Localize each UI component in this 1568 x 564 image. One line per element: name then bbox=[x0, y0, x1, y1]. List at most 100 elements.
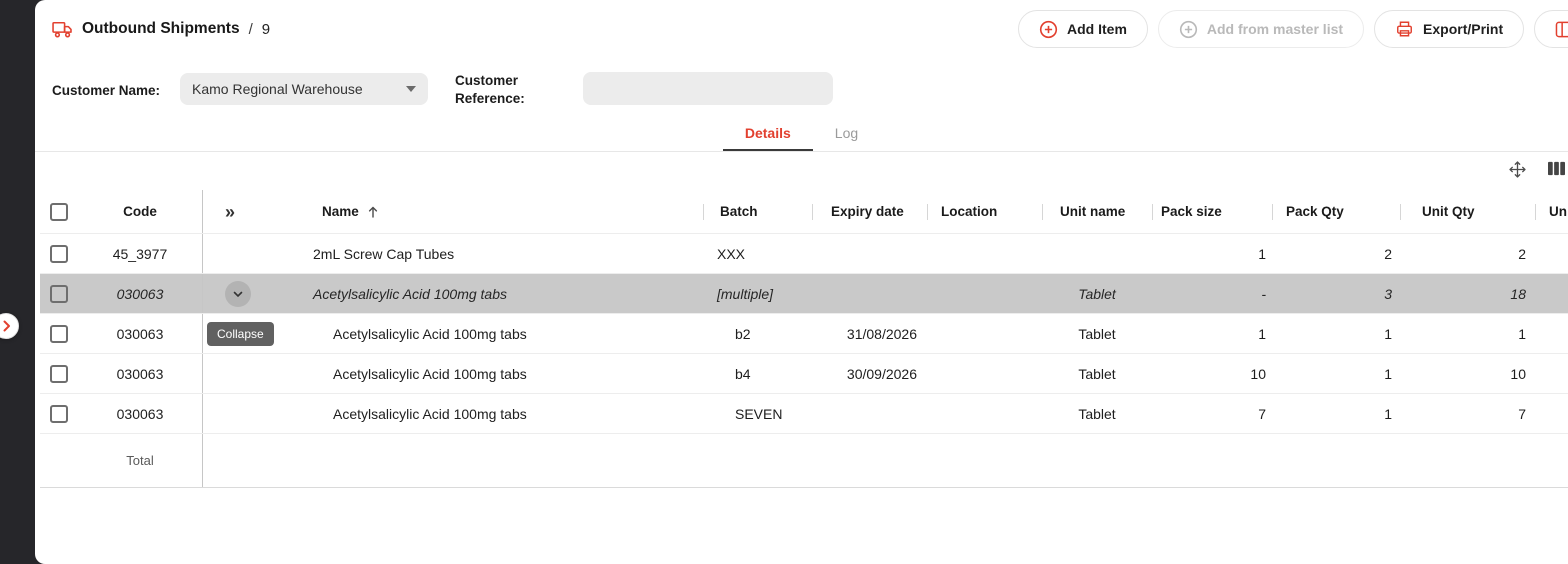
cell-batch: b4 bbox=[703, 354, 812, 393]
column-header-name[interactable]: Name bbox=[300, 190, 703, 233]
breadcrumb: Outbound Shipments / 9 bbox=[35, 20, 270, 38]
cell-pack-qty: 1 bbox=[1272, 314, 1400, 353]
cell-expiry: 31/08/2026 bbox=[812, 314, 927, 353]
column-header-code[interactable]: Code bbox=[78, 190, 203, 233]
collapse-row-button[interactable] bbox=[225, 281, 251, 307]
cell-unit-qty: 7 bbox=[1400, 394, 1535, 433]
cell-expiry bbox=[812, 234, 927, 273]
plus-circle-icon bbox=[1039, 20, 1058, 39]
add-item-label: Add Item bbox=[1067, 21, 1127, 37]
cell-code: 45_3977 bbox=[78, 234, 203, 273]
export-print-button[interactable]: Export/Print bbox=[1374, 10, 1524, 48]
cell-pack-size: 7 bbox=[1152, 394, 1272, 433]
cell-location bbox=[927, 354, 1042, 393]
cell-name: Acetylsalicylic Acid 100mg tabs bbox=[300, 394, 703, 433]
cell-location bbox=[927, 394, 1042, 433]
select-all-checkbox[interactable] bbox=[50, 203, 68, 221]
customer-name-label: Customer Name: bbox=[52, 82, 160, 100]
cell-batch: SEVEN bbox=[703, 394, 812, 433]
cell-name: Acetylsalicylic Acid 100mg tabs bbox=[300, 354, 703, 393]
column-header-batch[interactable]: Batch bbox=[703, 190, 812, 233]
column-header-clipped[interactable]: Un bbox=[1535, 190, 1568, 233]
table-row[interactable]: 45_3977 2mL Screw Cap Tubes XXX 1 2 2 bbox=[40, 234, 1568, 274]
cell-pack-qty: 3 bbox=[1272, 274, 1400, 313]
table-row-child[interactable]: 030063 Acetylsalicylic Acid 100mg tabs b… bbox=[40, 354, 1568, 394]
cell-unit-qty: 10 bbox=[1400, 354, 1535, 393]
cell-pack-size: 10 bbox=[1152, 354, 1272, 393]
cell-unit-qty: 2 bbox=[1400, 234, 1535, 273]
cell-unit-name: Tablet bbox=[1042, 314, 1152, 353]
column-header-unit-qty[interactable]: Unit Qty bbox=[1400, 190, 1535, 233]
column-header-name-label: Name bbox=[322, 204, 359, 219]
customer-name-select[interactable]: Kamo Regional Warehouse bbox=[180, 73, 428, 105]
cell-code: 030063 bbox=[78, 394, 203, 433]
expand-all-icon[interactable]: » bbox=[203, 203, 235, 221]
chevron-down-icon bbox=[406, 86, 416, 92]
cell-location bbox=[927, 274, 1042, 313]
table-total-row: Total bbox=[40, 434, 1568, 488]
column-header-pack-size[interactable]: Pack size bbox=[1152, 190, 1272, 233]
printer-icon bbox=[1395, 20, 1414, 38]
action-toolbar: Add Item Add from master list Export/Pri… bbox=[1018, 10, 1568, 48]
add-from-master-list-label: Add from master list bbox=[1207, 21, 1343, 37]
sort-ascending-icon bbox=[367, 205, 379, 219]
cell-batch: XXX bbox=[703, 234, 812, 273]
customer-reference-label: Customer Reference: bbox=[455, 72, 555, 108]
customer-name-value: Kamo Regional Warehouse bbox=[192, 81, 406, 97]
app-bar: Outbound Shipments / 9 Add Item Add from… bbox=[35, 0, 1568, 58]
tab-bar: Details Log bbox=[35, 118, 1568, 152]
row-checkbox[interactable] bbox=[50, 405, 68, 423]
chevron-right-icon bbox=[2, 320, 11, 332]
add-from-master-list-button[interactable]: Add from master list bbox=[1158, 10, 1364, 48]
table-row-child[interactable]: 030063 Acetylsalicylic Acid 100mg tabs S… bbox=[40, 394, 1568, 434]
cell-pack-qty: 1 bbox=[1272, 394, 1400, 433]
cell-batch: [multiple] bbox=[703, 274, 812, 313]
column-header-expiry-date[interactable]: Expiry date bbox=[812, 190, 927, 233]
cell-name: Acetylsalicylic Acid 100mg tabs bbox=[300, 274, 703, 313]
column-header-pack-qty[interactable]: Pack Qty bbox=[1272, 190, 1400, 233]
add-item-button[interactable]: Add Item bbox=[1018, 10, 1148, 48]
cell-batch: b2 bbox=[703, 314, 812, 353]
customer-reference-input[interactable] bbox=[583, 72, 833, 105]
cell-pack-size: 1 bbox=[1152, 314, 1272, 353]
cell-unit-name: Tablet bbox=[1042, 354, 1152, 393]
cell-unit-qty: 18 bbox=[1400, 274, 1535, 313]
total-label: Total bbox=[78, 434, 203, 487]
cell-unit-qty: 1 bbox=[1400, 314, 1535, 353]
panel-icon bbox=[1555, 21, 1568, 38]
tab-log[interactable]: Log bbox=[813, 118, 880, 151]
plus-circle-icon bbox=[1179, 20, 1198, 39]
chevron-down-icon bbox=[231, 287, 245, 301]
cell-pack-size: 1 bbox=[1152, 234, 1272, 273]
row-checkbox[interactable] bbox=[50, 325, 68, 343]
resize-move-icon[interactable] bbox=[1508, 160, 1527, 179]
table-row-group[interactable]: 030063 Acetylsalicylic Acid 100mg tabs [… bbox=[40, 274, 1568, 314]
shipment-count: 9 bbox=[262, 21, 270, 38]
cell-pack-qty: 1 bbox=[1272, 354, 1400, 393]
main-panel: Outbound Shipments / 9 Add Item Add from… bbox=[35, 0, 1568, 564]
grid-tools bbox=[1508, 160, 1566, 179]
cell-location bbox=[927, 314, 1042, 353]
row-checkbox[interactable] bbox=[50, 285, 68, 303]
cell-pack-qty: 2 bbox=[1272, 234, 1400, 273]
more-panel-button[interactable]: N bbox=[1534, 10, 1568, 48]
cell-expiry: 30/09/2026 bbox=[812, 354, 927, 393]
cell-code: 030063 bbox=[78, 354, 203, 393]
column-header-unit-name[interactable]: Unit name bbox=[1042, 190, 1152, 233]
breadcrumb-separator: / bbox=[249, 21, 253, 38]
table-header-row: Code » Name Batch Expiry date Location U… bbox=[40, 190, 1568, 234]
cell-pack-size: - bbox=[1152, 274, 1272, 313]
columns-icon[interactable] bbox=[1547, 160, 1566, 179]
cell-unit-name: Tablet bbox=[1042, 274, 1152, 313]
tab-details[interactable]: Details bbox=[723, 118, 813, 151]
cell-code: 030063 bbox=[78, 314, 203, 353]
truck-icon bbox=[52, 21, 73, 38]
cell-unit-name: Tablet bbox=[1042, 394, 1152, 433]
row-checkbox[interactable] bbox=[50, 245, 68, 263]
cell-unit-name bbox=[1042, 234, 1152, 273]
column-header-location[interactable]: Location bbox=[927, 190, 1042, 233]
row-checkbox[interactable] bbox=[50, 365, 68, 383]
cell-expiry bbox=[812, 394, 927, 433]
page-title: Outbound Shipments bbox=[82, 20, 240, 38]
cell-location bbox=[927, 234, 1042, 273]
